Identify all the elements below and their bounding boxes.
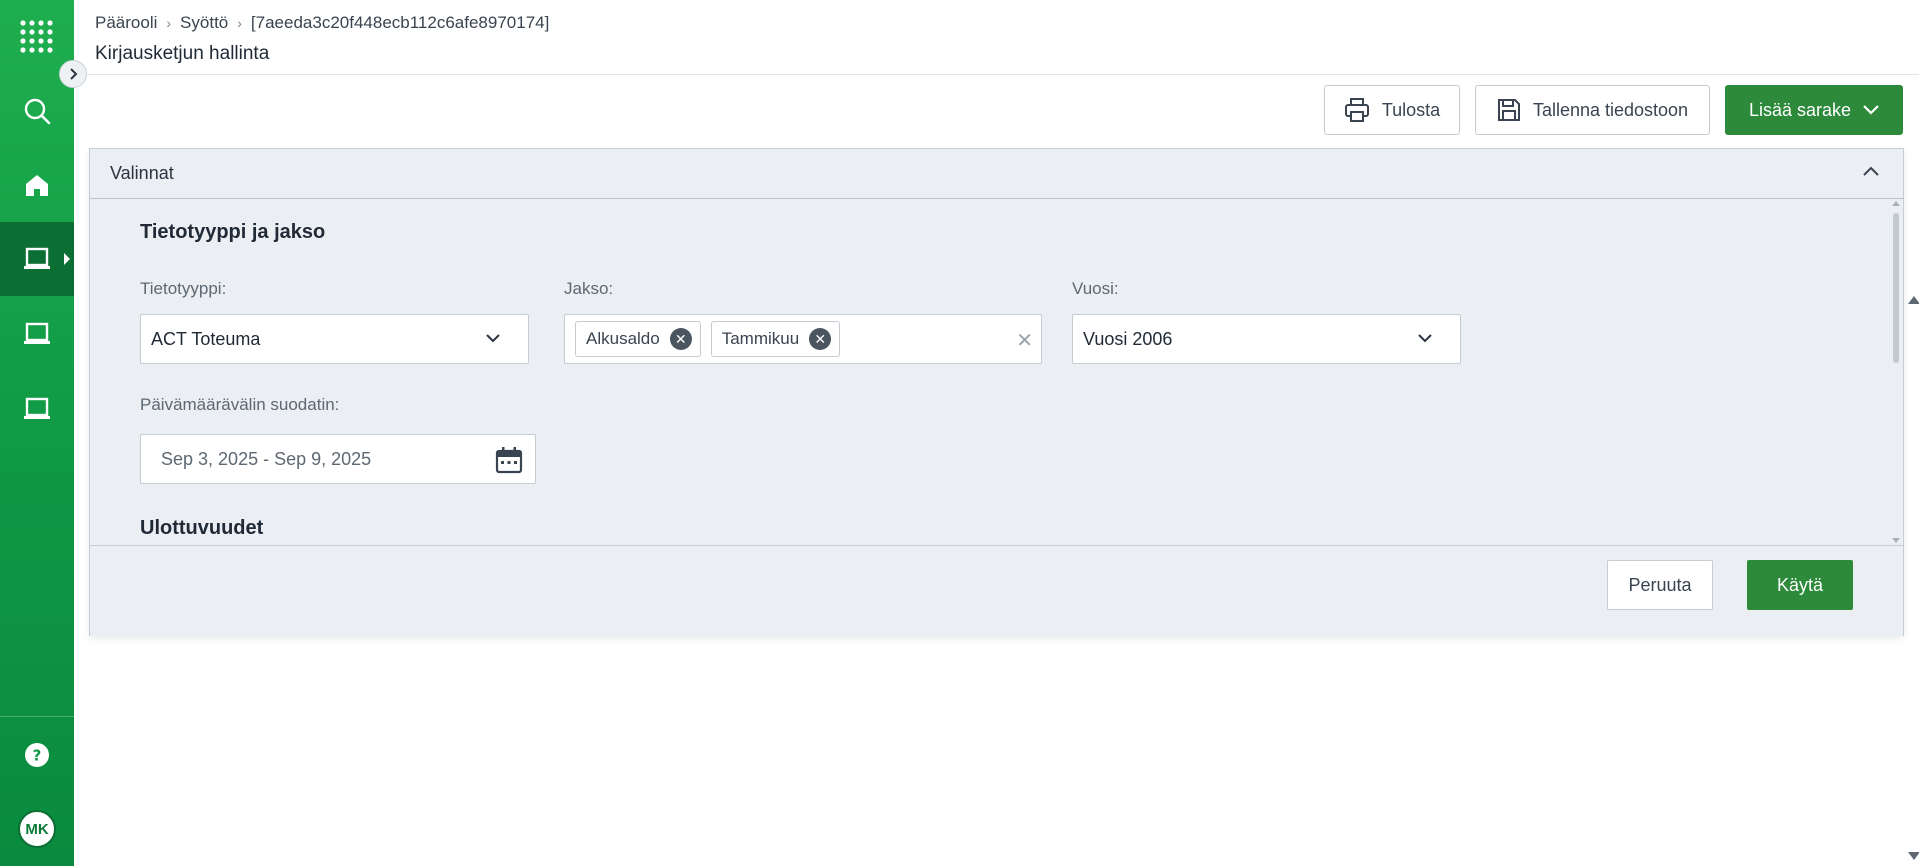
chevron-down-icon [1863, 105, 1879, 115]
help-icon: ? [25, 743, 49, 767]
panel-header[interactable]: Valinnat [90, 149, 1903, 199]
section-title-type-period: Tietotyyppi ja jakso [140, 221, 326, 243]
date-range-input[interactable]: Sep 3, 2025 - Sep 9, 2025 [140, 434, 536, 484]
header-divider [74, 74, 1919, 75]
breadcrumb-separator-icon: › [166, 15, 172, 31]
panel-scrollbar[interactable] [1889, 199, 1903, 545]
clear-all-icon[interactable]: ✕ [1016, 328, 1033, 353]
selections-panel: Valinnat Tietotyyppi ja jakso Tietotyypp… [89, 148, 1904, 636]
chip-opening-balance: Alkusaldo ✕ [575, 321, 701, 357]
help-button[interactable]: ? [0, 718, 74, 792]
add-column-button[interactable]: Lisää sarake [1725, 85, 1903, 135]
print-button-label: Tulosta [1381, 99, 1441, 120]
sidebar-item-3[interactable] [0, 372, 74, 446]
svg-text:?: ? [33, 747, 42, 765]
print-button[interactable]: Tulosta [1324, 85, 1460, 135]
chip-label: Alkusaldo [586, 329, 660, 348]
breadcrumb: Päärooli › Syöttö › [7aeeda3c20f448ecb11… [95, 13, 549, 33]
save-to-file-button[interactable]: Tallenna tiedostoon [1475, 85, 1710, 135]
laptop-icon [24, 247, 50, 269]
period-label: Jakso: [564, 279, 614, 298]
sidebar-search-button[interactable] [0, 74, 74, 148]
chip-label: Tammikuu [721, 329, 800, 348]
sidebar-item-entry[interactable] [0, 222, 74, 296]
remove-chip-icon[interactable]: ✕ [669, 328, 692, 350]
scroll-down-icon[interactable] [1908, 852, 1919, 860]
year-label: Vuosi: [1072, 279, 1119, 298]
page-scrollbar[interactable] [1905, 290, 1919, 866]
remove-chip-icon[interactable]: ✕ [809, 328, 832, 350]
scroll-down-icon[interactable] [1892, 538, 1900, 543]
add-column-label: Lisää sarake [1748, 99, 1852, 120]
search-icon [24, 98, 51, 125]
avatar[interactable]: MK [18, 810, 56, 848]
breadcrumb-item-role[interactable]: Päärooli [95, 13, 157, 33]
breadcrumb-item-id: [7aeeda3c20f448ecb112c6afe8970174] [250, 13, 550, 32]
chevron-right-icon [70, 68, 78, 80]
scroll-up-icon[interactable] [1892, 201, 1900, 206]
sidebar-home-button[interactable] [0, 148, 74, 222]
year-value: Vuosi 2006 [1083, 328, 1173, 349]
panel-body: Tietotyyppi ja jakso Tietotyyppi: ACT To… [90, 199, 1903, 545]
scrollbar-thumb[interactable] [1893, 213, 1899, 363]
home-icon [26, 175, 48, 196]
calendar-icon[interactable] [495, 446, 523, 474]
section-title-dimensions: Ulottuvuudet [140, 517, 264, 539]
sidebar-expand-button[interactable] [59, 60, 87, 88]
page-title: Kirjausketjun hallinta [95, 43, 270, 64]
sidebar-divider [0, 716, 74, 717]
sidebar: ? MK [0, 0, 74, 866]
chip-january: Tammikuu ✕ [710, 321, 841, 357]
apply-button[interactable]: Käytä [1747, 560, 1853, 610]
laptop-icon [24, 397, 50, 419]
year-select[interactable]: Vuosi 2006 [1072, 314, 1461, 364]
period-multiselect[interactable]: Alkusaldo ✕ Tammikuu ✕ ✕ [564, 314, 1042, 364]
panel-title: Valinnat [110, 163, 174, 183]
data-type-select[interactable]: ACT Toteuma [140, 314, 529, 364]
chevron-down-icon [1418, 334, 1432, 343]
breadcrumb-item-entry[interactable]: Syöttö [180, 13, 228, 33]
scroll-up-icon[interactable] [1908, 296, 1919, 304]
cancel-button[interactable]: Peruuta [1607, 560, 1713, 610]
printer-icon [1344, 98, 1369, 122]
active-caret-icon [64, 253, 70, 265]
data-type-label: Tietotyyppi: [140, 279, 227, 298]
sidebar-item-2[interactable] [0, 297, 74, 371]
data-type-value: ACT Toteuma [151, 328, 261, 349]
date-range-value: Sep 3, 2025 - Sep 9, 2025 [161, 448, 372, 469]
panel-footer: Peruuta Käytä [90, 545, 1903, 636]
save-button-label: Tallenna tiedostoon [1532, 99, 1689, 120]
date-filter-label: Päivämäärävälin suodatin: [140, 395, 340, 414]
floppy-disk-icon [1497, 99, 1520, 121]
breadcrumb-separator-icon: › [237, 15, 242, 31]
chevron-down-icon [486, 334, 500, 343]
apps-grid-icon [20, 20, 53, 53]
chevron-up-icon[interactable] [1863, 166, 1879, 176]
laptop-icon [24, 322, 50, 344]
